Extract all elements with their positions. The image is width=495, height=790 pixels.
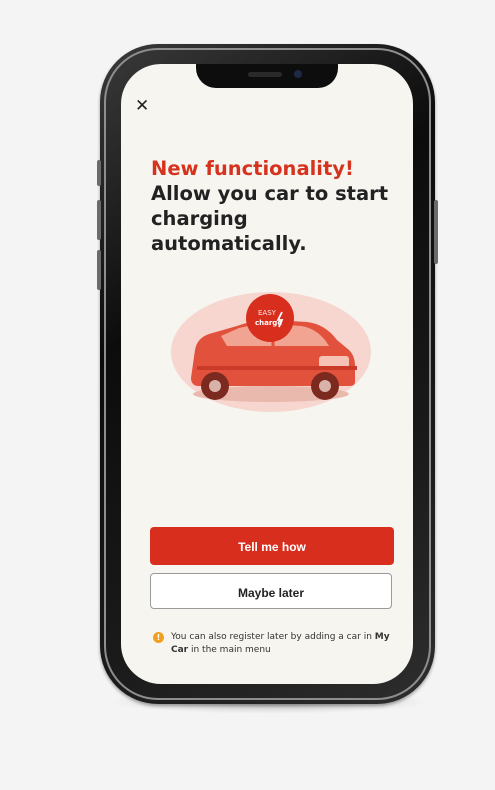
note-prefix: You can also register later by adding a …	[171, 632, 375, 642]
front-hubcap	[209, 380, 221, 392]
easy-charge-badge	[246, 294, 294, 342]
headline: New functionality! Allow you car to star…	[151, 156, 391, 256]
power-button	[434, 200, 438, 264]
note-text: You can also register later by adding a …	[171, 631, 393, 657]
headline-accent: New functionality!	[151, 157, 354, 180]
app-screen: ✕ New functionality! Allow you car to st…	[121, 64, 413, 684]
car-charging-illustration: EASY charge	[171, 292, 371, 412]
close-icon[interactable]: ✕	[135, 98, 151, 115]
page-background: ✕ New functionality! Allow you car to st…	[0, 0, 495, 790]
front-camera	[294, 70, 302, 78]
info-icon: !	[153, 632, 164, 643]
notch	[196, 64, 338, 88]
headline-text: Allow you car to start charging automati…	[151, 182, 389, 255]
tell-me-how-button[interactable]: Tell me how	[150, 527, 394, 565]
badge-line1: EASY	[258, 309, 277, 317]
maybe-later-button[interactable]: Maybe later	[150, 573, 392, 609]
rear-hubcap	[319, 380, 331, 392]
car-trim	[197, 366, 357, 370]
volume-up-button	[97, 200, 101, 240]
mute-switch	[97, 160, 101, 186]
note-suffix: in the main menu	[188, 645, 271, 655]
speaker-grille	[248, 72, 282, 77]
register-later-note: ! You can also register later by adding …	[153, 631, 393, 657]
volume-down-button	[97, 250, 101, 290]
